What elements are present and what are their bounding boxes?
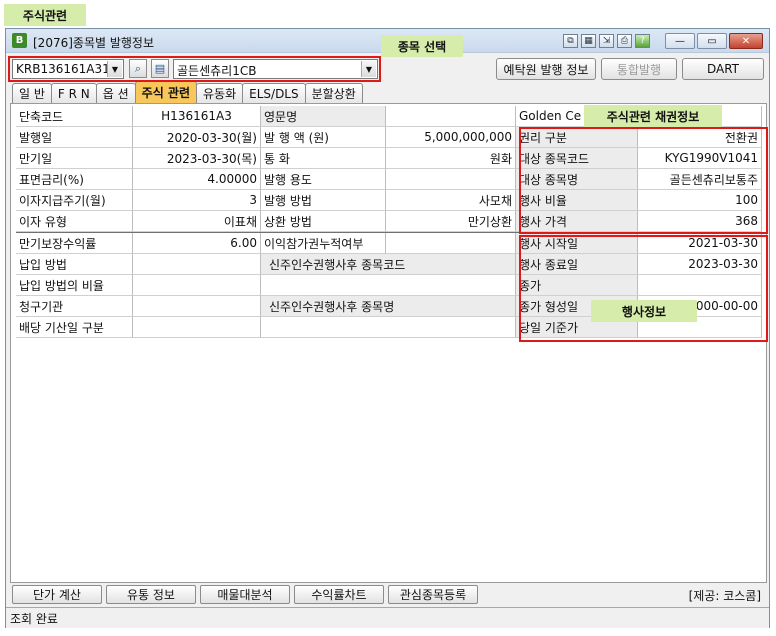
- field-value: 사모채: [386, 190, 516, 211]
- field-value: [386, 233, 516, 254]
- field-label: 표면금리(%): [16, 169, 133, 190]
- dart-button[interactable]: DART: [682, 58, 764, 80]
- minimize-button[interactable]: —: [665, 33, 695, 49]
- app-icon: B: [12, 33, 27, 48]
- integrated-issue-button[interactable]: 통합발행: [601, 58, 677, 80]
- exercise-info-callout: 행사정보: [591, 300, 697, 322]
- maximize-button[interactable]: ▭: [697, 33, 727, 49]
- tab-option[interactable]: 옵 션: [95, 83, 136, 103]
- field-value: [261, 317, 516, 338]
- field-value: 6.00: [133, 233, 261, 254]
- field-value: [386, 106, 516, 127]
- exercise-info-highlight: [519, 235, 768, 342]
- data-provider-label: [제공: 코스콤]: [688, 589, 761, 603]
- field-value: 4.00000: [133, 169, 261, 190]
- window-title: [2076]종목별 발행정보: [33, 36, 154, 50]
- window-link-icon[interactable]: ⧉: [563, 34, 578, 48]
- tab-securitization[interactable]: 유동화: [196, 83, 244, 103]
- field-label: 이자지급주기(월): [16, 190, 133, 211]
- status-bar: 조회 완료: [6, 607, 769, 628]
- stock-select-highlight: [8, 56, 381, 82]
- field-label: 발행일: [16, 127, 133, 148]
- field-label: 청구기관: [16, 296, 133, 317]
- depository-info-button[interactable]: 예탁원 발행 정보: [496, 58, 596, 80]
- stock-select-callout: 종목 선택: [381, 35, 463, 57]
- field-value: 3: [133, 190, 261, 211]
- tab-frn[interactable]: F R N: [50, 83, 97, 103]
- distribution-info-button[interactable]: 유통 정보: [106, 585, 196, 604]
- bottom-toolbar: 단가 계산 유통 정보 매물대분석 수익률차트 관심종목등록 [제공: 코스콤]: [10, 585, 767, 605]
- field-label: 통 화: [261, 148, 386, 169]
- field-label: 납입 방법의 비율: [16, 275, 133, 296]
- tab-els-dls[interactable]: ELS/DLS: [242, 83, 306, 103]
- field-label: 영문명: [261, 106, 386, 127]
- field-value: [261, 275, 516, 296]
- top-label-callout: 주식관련: [4, 4, 86, 26]
- field-label: 발행 방법: [261, 190, 386, 211]
- field-value: [133, 296, 261, 317]
- field-value: 이표채: [133, 211, 261, 232]
- tab-amortization[interactable]: 분할상환: [304, 83, 363, 103]
- help-icon[interactable]: ?: [635, 34, 650, 48]
- window-grid-icon[interactable]: ▦: [581, 34, 596, 48]
- price-calc-button[interactable]: 단가 계산: [12, 585, 102, 604]
- status-text: 조회 완료: [10, 611, 58, 626]
- close-button[interactable]: ✕: [729, 33, 763, 49]
- field-value: [386, 169, 516, 190]
- bond-info-callout: 주식관련 채권정보: [584, 105, 722, 127]
- field-label: 배당 기산일 구분: [16, 317, 133, 338]
- field-label: 만기보장수익률: [16, 233, 133, 254]
- bond-info-highlight: [519, 127, 768, 234]
- window-controls: — ▭ ✕: [665, 33, 763, 49]
- field-label: 발행 용도: [261, 169, 386, 190]
- field-label: 신주인수권행사후 종목코드: [261, 254, 516, 275]
- yield-chart-button[interactable]: 수익률차트: [294, 585, 384, 604]
- field-value: 2023-03-30(목): [133, 148, 261, 169]
- add-watchlist-button[interactable]: 관심종목등록: [388, 585, 478, 604]
- field-value: [133, 254, 261, 275]
- field-value: 5,000,000,000: [386, 127, 516, 148]
- field-label: 단축코드: [16, 106, 133, 127]
- info-panel: 단축코드 H136161A3 영문명 Golden Ce 발행일 2020-03…: [10, 103, 768, 583]
- field-label: 만기일: [16, 148, 133, 169]
- volume-profile-button[interactable]: 매물대분석: [200, 585, 290, 604]
- field-label: 이익참가권누적여부: [261, 233, 386, 254]
- field-value: 원화: [386, 148, 516, 169]
- tab-general[interactable]: 일 반: [12, 83, 52, 103]
- field-value: 만기상환: [386, 211, 516, 232]
- title-tool-icons: ⧉ ▦ ⇲ ⎙ ?: [563, 34, 650, 48]
- field-label: 신주인수권행사후 종목명: [261, 296, 516, 317]
- window-export-icon[interactable]: ⇲: [599, 34, 614, 48]
- field-value: H136161A3: [133, 106, 261, 127]
- field-value: 2020-03-30(월): [133, 127, 261, 148]
- field-value: [133, 275, 261, 296]
- field-label: 이자 유형: [16, 211, 133, 232]
- field-label: 상환 방법: [261, 211, 386, 232]
- print-icon[interactable]: ⎙: [617, 34, 632, 48]
- tab-strip: 일 반 F R N 옵 션 주식 관련 유동화 ELS/DLS 분할상환: [12, 81, 363, 103]
- field-label: 발 행 액 (원): [261, 127, 386, 148]
- field-label: 납입 방법: [16, 254, 133, 275]
- field-value: [133, 317, 261, 338]
- main-window: B [2076]종목별 발행정보 ⧉ ▦ ⇲ ⎙ ? — ▭ ✕ KRB1361…: [5, 28, 770, 628]
- tab-equity-linked[interactable]: 주식 관련: [134, 81, 198, 103]
